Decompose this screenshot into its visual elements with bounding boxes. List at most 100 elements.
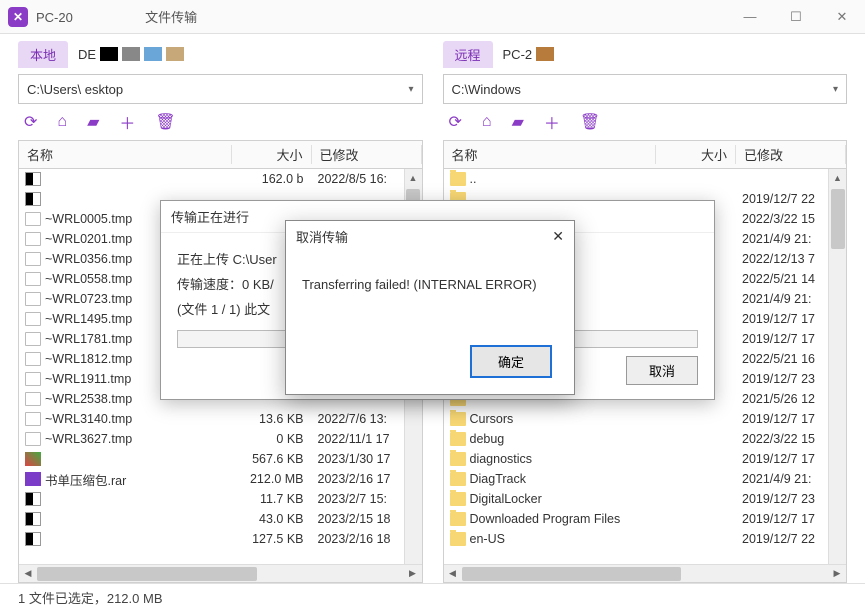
chevron-down-icon[interactable]: ▾ xyxy=(408,84,413,95)
add-icon[interactable]: ＋ xyxy=(119,110,135,134)
table-row[interactable]: Downloaded Program Files2019/12/7 17 xyxy=(444,509,847,529)
file-name: .. xyxy=(470,172,657,186)
col-modified[interactable]: 已修改 xyxy=(736,145,846,164)
table-row[interactable]: Cursors2019/12/7 17 xyxy=(444,409,847,429)
swatch-brown xyxy=(536,47,554,61)
local-table-header: 名称 大小 已修改 xyxy=(19,141,422,169)
maximize-button[interactable]: ☐ xyxy=(773,0,819,34)
table-row[interactable]: 127.5 KB2023/2/16 18 xyxy=(19,529,422,549)
table-row[interactable]: diagnostics2019/12/7 17 xyxy=(444,449,847,469)
col-modified[interactable]: 已修改 xyxy=(312,145,422,164)
remote-path: C:\Windows xyxy=(452,82,833,97)
title-gap xyxy=(76,10,141,25)
refresh-icon[interactable]: ⟳ xyxy=(24,112,37,132)
col-size[interactable]: 大小 xyxy=(656,145,736,164)
titlebar: ✕ PC-20 文件传输 — ☐ ✕ xyxy=(0,0,865,34)
home-icon[interactable]: ⌂ xyxy=(57,113,67,131)
scrollbar-left-icon[interactable]: ◀ xyxy=(444,568,462,579)
file-name: ~WRL3627.tmp xyxy=(45,432,232,446)
file-icon xyxy=(25,352,41,366)
scrollbar-right-icon[interactable]: ▶ xyxy=(404,568,422,579)
scrollbar-right-icon[interactable]: ▶ xyxy=(828,568,846,579)
trash-icon[interactable]: 🗑 xyxy=(155,112,175,132)
bw-icon xyxy=(25,512,41,526)
folder-icon xyxy=(450,172,466,186)
remote-session-chip[interactable]: PC-2 xyxy=(497,43,561,66)
col-size[interactable]: 大小 xyxy=(232,145,312,164)
col-name[interactable]: 名称 xyxy=(19,145,232,164)
table-row[interactable]: DiagTrack2021/4/9 21: xyxy=(444,469,847,489)
minimize-button[interactable]: — xyxy=(727,0,773,34)
remote-pathbar[interactable]: C:\Windows ▾ xyxy=(443,74,848,104)
folder-icon xyxy=(450,452,466,466)
file-icon xyxy=(25,272,41,286)
table-row[interactable]: debug2022/3/22 15 xyxy=(444,429,847,449)
bw-icon xyxy=(25,492,41,506)
local-pathbar[interactable]: C:\Users\ esktop ▾ xyxy=(18,74,423,104)
table-row[interactable]: 11.7 KB2023/2/7 15: xyxy=(19,489,422,509)
dialog-title: 取消传输 xyxy=(296,227,348,246)
bw-icon xyxy=(25,532,41,546)
local-toolbar: ⟳ ⌂ ▰ ＋ 🗑 xyxy=(18,104,423,140)
table-row[interactable]: 567.6 KB2023/1/30 17 xyxy=(19,449,422,469)
ok-button[interactable]: 确定 xyxy=(470,345,552,378)
rar-icon xyxy=(25,472,41,486)
folder-icon xyxy=(450,472,466,486)
scrollbar-up-icon[interactable]: ▲ xyxy=(829,169,846,187)
table-row[interactable]: 43.0 KB2023/2/15 18 xyxy=(19,509,422,529)
bw-icon xyxy=(25,172,41,186)
file-icon xyxy=(25,232,41,246)
file-name: DigitalLocker xyxy=(470,492,657,506)
file-size: 567.6 KB xyxy=(232,452,312,466)
file-icon xyxy=(25,312,41,326)
file-icon xyxy=(25,392,41,406)
table-row[interactable]: DigitalLocker2019/12/7 23 xyxy=(444,489,847,509)
close-button[interactable]: ✕ xyxy=(819,0,865,34)
hscrollbar-thumb[interactable] xyxy=(462,567,682,581)
title-prefix: PC-20 xyxy=(36,10,73,25)
table-row[interactable]: en-US2019/12/7 22 xyxy=(444,529,847,549)
refresh-icon[interactable]: ⟳ xyxy=(449,112,462,132)
file-icon xyxy=(25,252,41,266)
file-name: ~WRL3140.tmp xyxy=(45,412,232,426)
tab-local[interactable]: 本地 xyxy=(18,41,68,68)
col-name[interactable]: 名称 xyxy=(444,145,657,164)
scrollbar-up-icon[interactable]: ▲ xyxy=(405,169,422,187)
file-name: DiagTrack xyxy=(470,472,657,486)
table-row[interactable]: ~WRL3140.tmp13.6 KB2022/7/6 13: xyxy=(19,409,422,429)
table-row[interactable]: .. xyxy=(444,169,847,189)
file-icon xyxy=(25,412,41,426)
add-icon[interactable]: ＋ xyxy=(544,110,560,134)
up-icon[interactable]: ▰ xyxy=(512,112,524,132)
scrollbar-thumb[interactable] xyxy=(831,189,845,249)
chevron-down-icon[interactable]: ▾ xyxy=(833,84,838,95)
file-icon xyxy=(25,432,41,446)
file-size: 43.0 KB xyxy=(232,512,312,526)
folder-icon xyxy=(450,412,466,426)
scrollbar-left-icon[interactable]: ◀ xyxy=(19,568,37,579)
hscrollbar-thumb[interactable] xyxy=(37,567,257,581)
close-icon[interactable]: ✕ xyxy=(552,228,564,245)
img-icon xyxy=(25,452,41,466)
window-title: PC-20 文件传输 xyxy=(36,7,727,26)
local-hscrollbar[interactable]: ◀ ▶ xyxy=(19,564,422,582)
home-icon[interactable]: ⌂ xyxy=(482,113,492,131)
file-size: 212.0 MB xyxy=(232,472,312,486)
remote-vscrollbar[interactable]: ▲ xyxy=(828,169,846,564)
file-name: 书单压缩包.rar xyxy=(45,470,232,489)
table-row[interactable]: 书单压缩包.rar212.0 MB2023/2/16 17 xyxy=(19,469,422,489)
remote-toolbar: ⟳ ⌂ ▰ ＋ 🗑 xyxy=(443,104,848,140)
local-session-chip[interactable]: DE xyxy=(72,43,190,66)
file-icon xyxy=(25,332,41,346)
tab-remote[interactable]: 远程 xyxy=(443,41,493,68)
file-size: 0 KB xyxy=(232,432,312,446)
table-row[interactable]: 162.0 b2022/8/5 16: xyxy=(19,169,422,189)
up-icon[interactable]: ▰ xyxy=(87,112,99,132)
file-size: 127.5 KB xyxy=(232,532,312,546)
remote-hscrollbar[interactable]: ◀ ▶ xyxy=(444,564,847,582)
table-row[interactable]: ~WRL3627.tmp0 KB2022/11/1 17 xyxy=(19,429,422,449)
remote-session-prefix: PC-2 xyxy=(503,47,533,62)
trash-icon[interactable]: 🗑 xyxy=(580,112,600,132)
error-dialog: 取消传输 ✕ Transferring failed! (INTERNAL ER… xyxy=(285,220,575,395)
cancel-button[interactable]: 取消 xyxy=(626,356,698,385)
